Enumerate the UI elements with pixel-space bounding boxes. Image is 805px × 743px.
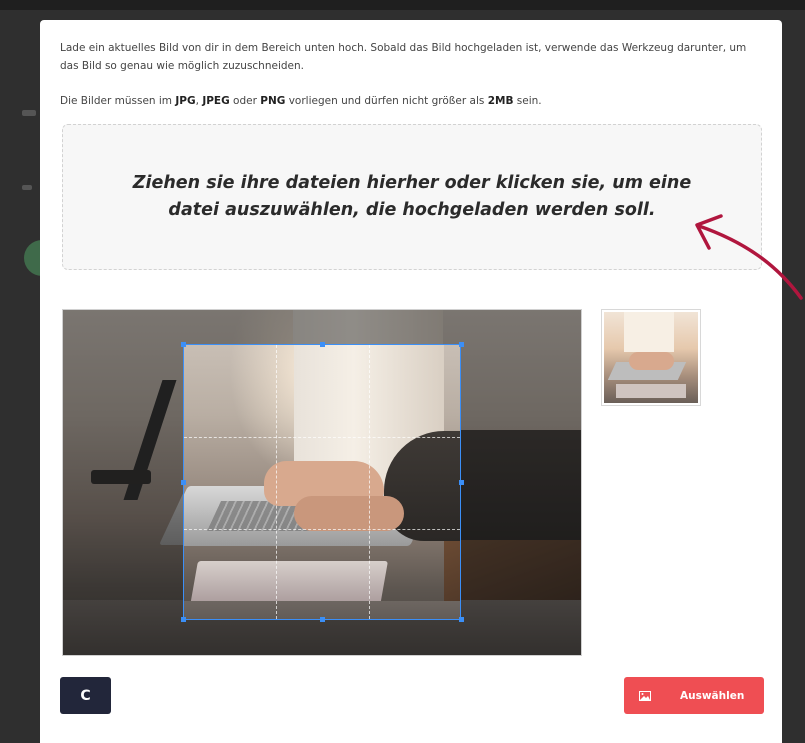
reset-crop-button[interactable]: C [60,677,111,714]
format-jpg: JPG [175,95,196,107]
annotation-arrow-icon [695,214,803,300]
crop-handle-s[interactable] [320,617,325,622]
crop-preview-image [604,312,698,403]
backdrop-text [22,110,36,116]
backdrop-topbar [0,0,805,10]
crop-preview [601,309,701,406]
rotate-icon: C [80,687,91,704]
select-image-button[interactable]: Auswählen [624,677,764,714]
crop-guide-horizontal [184,529,460,530]
max-size: 2MB [487,95,514,107]
image-cropper[interactable] [62,309,582,656]
crop-handle-ne[interactable] [459,342,464,347]
crop-handle-n[interactable] [320,342,325,347]
crop-box[interactable] [183,344,461,620]
image-icon [624,677,666,714]
crop-handle-nw[interactable] [181,342,186,347]
rules-prefix: Die Bilder müssen im [60,95,176,107]
rules-mid: oder [229,95,261,107]
rules-middle: vorliegen und dürfen nicht größer als [285,95,488,107]
file-dropzone[interactable]: Ziehen sie ihre dateien hierher oder kli… [62,124,762,270]
intro-text: Lade ein aktuelles Bild von dir in dem B… [60,42,747,72]
crop-guide-horizontal [184,437,460,438]
crop-guide-vertical [369,345,370,619]
backdrop-content [0,100,42,300]
crop-handle-e[interactable] [459,480,464,485]
select-button-label: Auswählen [680,689,745,702]
backdrop-text [22,185,32,190]
crop-handle-sw[interactable] [181,617,186,622]
dropzone-text: Ziehen sie ihre dateien hierher oder kli… [132,173,692,220]
upload-modal: Lade ein aktuelles Bild von dir in dem B… [40,20,782,743]
crop-box-photo [184,345,460,619]
crop-guide-vertical [276,345,277,619]
rules-suffix: sein. [513,95,542,107]
crop-handle-w[interactable] [181,480,186,485]
crop-handle-se[interactable] [459,617,464,622]
format-jpeg: JPEG [202,95,230,107]
file-rules: Die Bilder müssen im JPG, JPEG oder PNG … [60,95,750,107]
format-png: PNG [260,95,286,107]
